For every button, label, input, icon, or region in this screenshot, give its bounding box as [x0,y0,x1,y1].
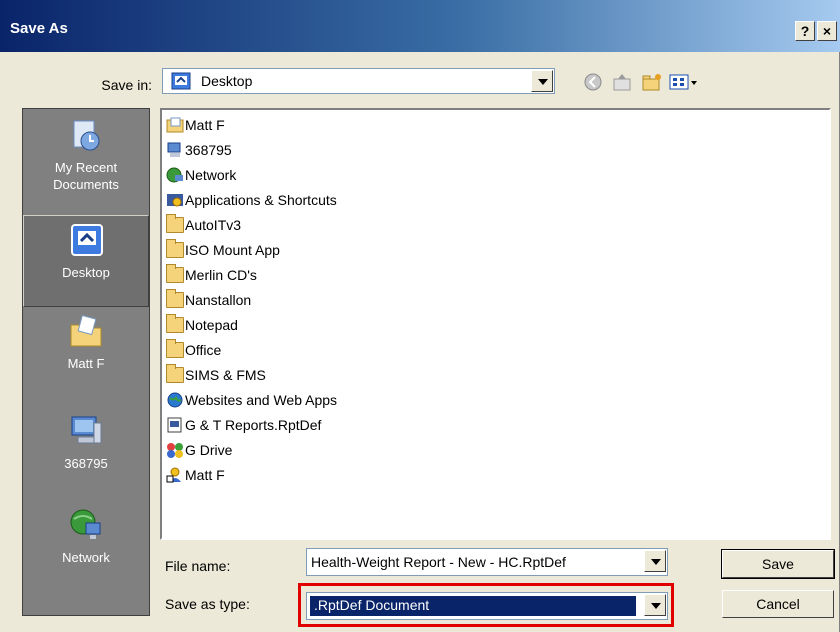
my-computer-icon [71,416,102,444]
rptdef-file-icon [167,417,182,433]
network-icon [70,509,101,539]
list-item[interactable]: Matt F [166,113,225,137]
file-name-label: File name: [165,558,231,574]
folder-icon [166,239,184,258]
save-as-type-label: Save as type: [165,596,250,612]
place-label: Network [62,550,110,565]
folder-icon [166,339,184,358]
file-name: Merlin CD's [185,267,257,283]
desktop-icon [71,224,103,256]
file-name: ISO Mount App [185,242,280,258]
file-name: Websites and Web Apps [185,392,338,408]
places-bar: My Recent Documents Desktop Matt F 36879… [22,108,150,616]
file-name: Matt F [185,467,225,483]
computer-icon [167,142,181,157]
place-label: Matt F [67,356,105,371]
save-as-type-value: .RptDef Document [314,597,430,613]
user-shortcut-icon [166,467,181,483]
list-item[interactable]: Matt F [166,463,225,487]
title-bar[interactable]: Save As ? × [0,0,840,52]
list-item[interactable]: Notepad [166,313,238,337]
folder-icon [166,214,184,233]
help-button[interactable]: ? [795,21,815,41]
file-name: Notepad [185,317,238,333]
file-name: G & T Reports.RptDef [185,417,322,433]
recent-documents-icon [73,120,100,151]
shortcut-folder-icon [167,194,183,207]
selected-type: .RptDef Document [310,596,636,616]
place-label: My Recent Documents [53,160,119,192]
file-name: Matt F [185,117,225,133]
file-name: Nanstallon [185,292,252,308]
list-item[interactable]: G Drive [166,438,232,462]
my-documents-icon [70,314,102,347]
file-name: 368795 [185,142,232,158]
place-label: 368795 [64,456,108,471]
file-name: G Drive [185,442,233,458]
place-label: Desktop [62,265,110,280]
list-item[interactable]: G & T Reports.RptDef [166,413,321,437]
folder-icon [166,264,184,283]
list-item[interactable]: Merlin CD's [166,263,257,287]
desktop-icon [171,72,191,90]
up-folder-icon[interactable] [612,72,632,92]
file-name: Office [185,342,222,358]
file-name-input[interactable]: Health-Weight Report - New - HC.RptDef [306,548,668,576]
cancel-button[interactable]: Cancel [722,590,834,618]
network-drive-icon [167,443,183,458]
file-name: AutoITv3 [185,217,242,233]
file-name: Network [185,167,237,183]
chevron-down-icon[interactable] [644,594,666,616]
save-in-value: Desktop [201,73,253,89]
list-item[interactable]: ISO Mount App [166,238,280,262]
views-menu-icon[interactable] [669,72,699,92]
file-list[interactable]: Matt F 368795 Network Applications & Sho… [160,108,831,540]
list-item[interactable]: Nanstallon [166,288,251,312]
save-as-dialog: Save As ? × Save in: Desktop My Recent D… [0,0,840,632]
file-name: Applications & Shortcuts [185,192,337,208]
place-network[interactable]: Network [23,501,149,591]
network-icon [166,167,183,183]
back-icon[interactable] [583,72,603,92]
place-368795[interactable]: 368795 [23,407,149,497]
globe-icon [167,392,183,408]
file-name-value: Health-Weight Report - New - HC.RptDef [311,554,566,570]
chevron-down-icon[interactable] [531,70,553,92]
list-item[interactable]: SIMS & FMS [166,363,266,387]
list-item[interactable]: Office [166,338,221,362]
folder-icon [166,314,184,333]
place-my-recent-documents[interactable]: My Recent Documents [23,111,149,201]
folder-icon [166,289,184,308]
save-in-label: Save in: [101,77,152,93]
list-item[interactable]: AutoITv3 [166,213,241,237]
save-in-dropdown[interactable]: Desktop [162,68,555,94]
place-desktop[interactable]: Desktop [23,215,149,307]
dialog-title: Save As [10,20,68,37]
file-name: SIMS & FMS [185,367,266,383]
list-item[interactable]: Network [166,163,236,187]
user-folder-icon [166,117,184,133]
save-button[interactable]: Save [721,549,835,579]
save-as-type-dropdown[interactable]: .RptDef Document [306,592,668,620]
close-button[interactable]: × [817,21,837,41]
list-item[interactable]: Websites and Web Apps [166,388,337,412]
list-item[interactable]: Applications & Shortcuts [166,188,337,212]
folder-icon [166,364,184,383]
place-matt-f[interactable]: Matt F [23,307,149,397]
new-folder-icon[interactable] [641,72,661,92]
list-item[interactable]: 368795 [166,138,232,162]
chevron-down-icon[interactable] [644,550,666,572]
